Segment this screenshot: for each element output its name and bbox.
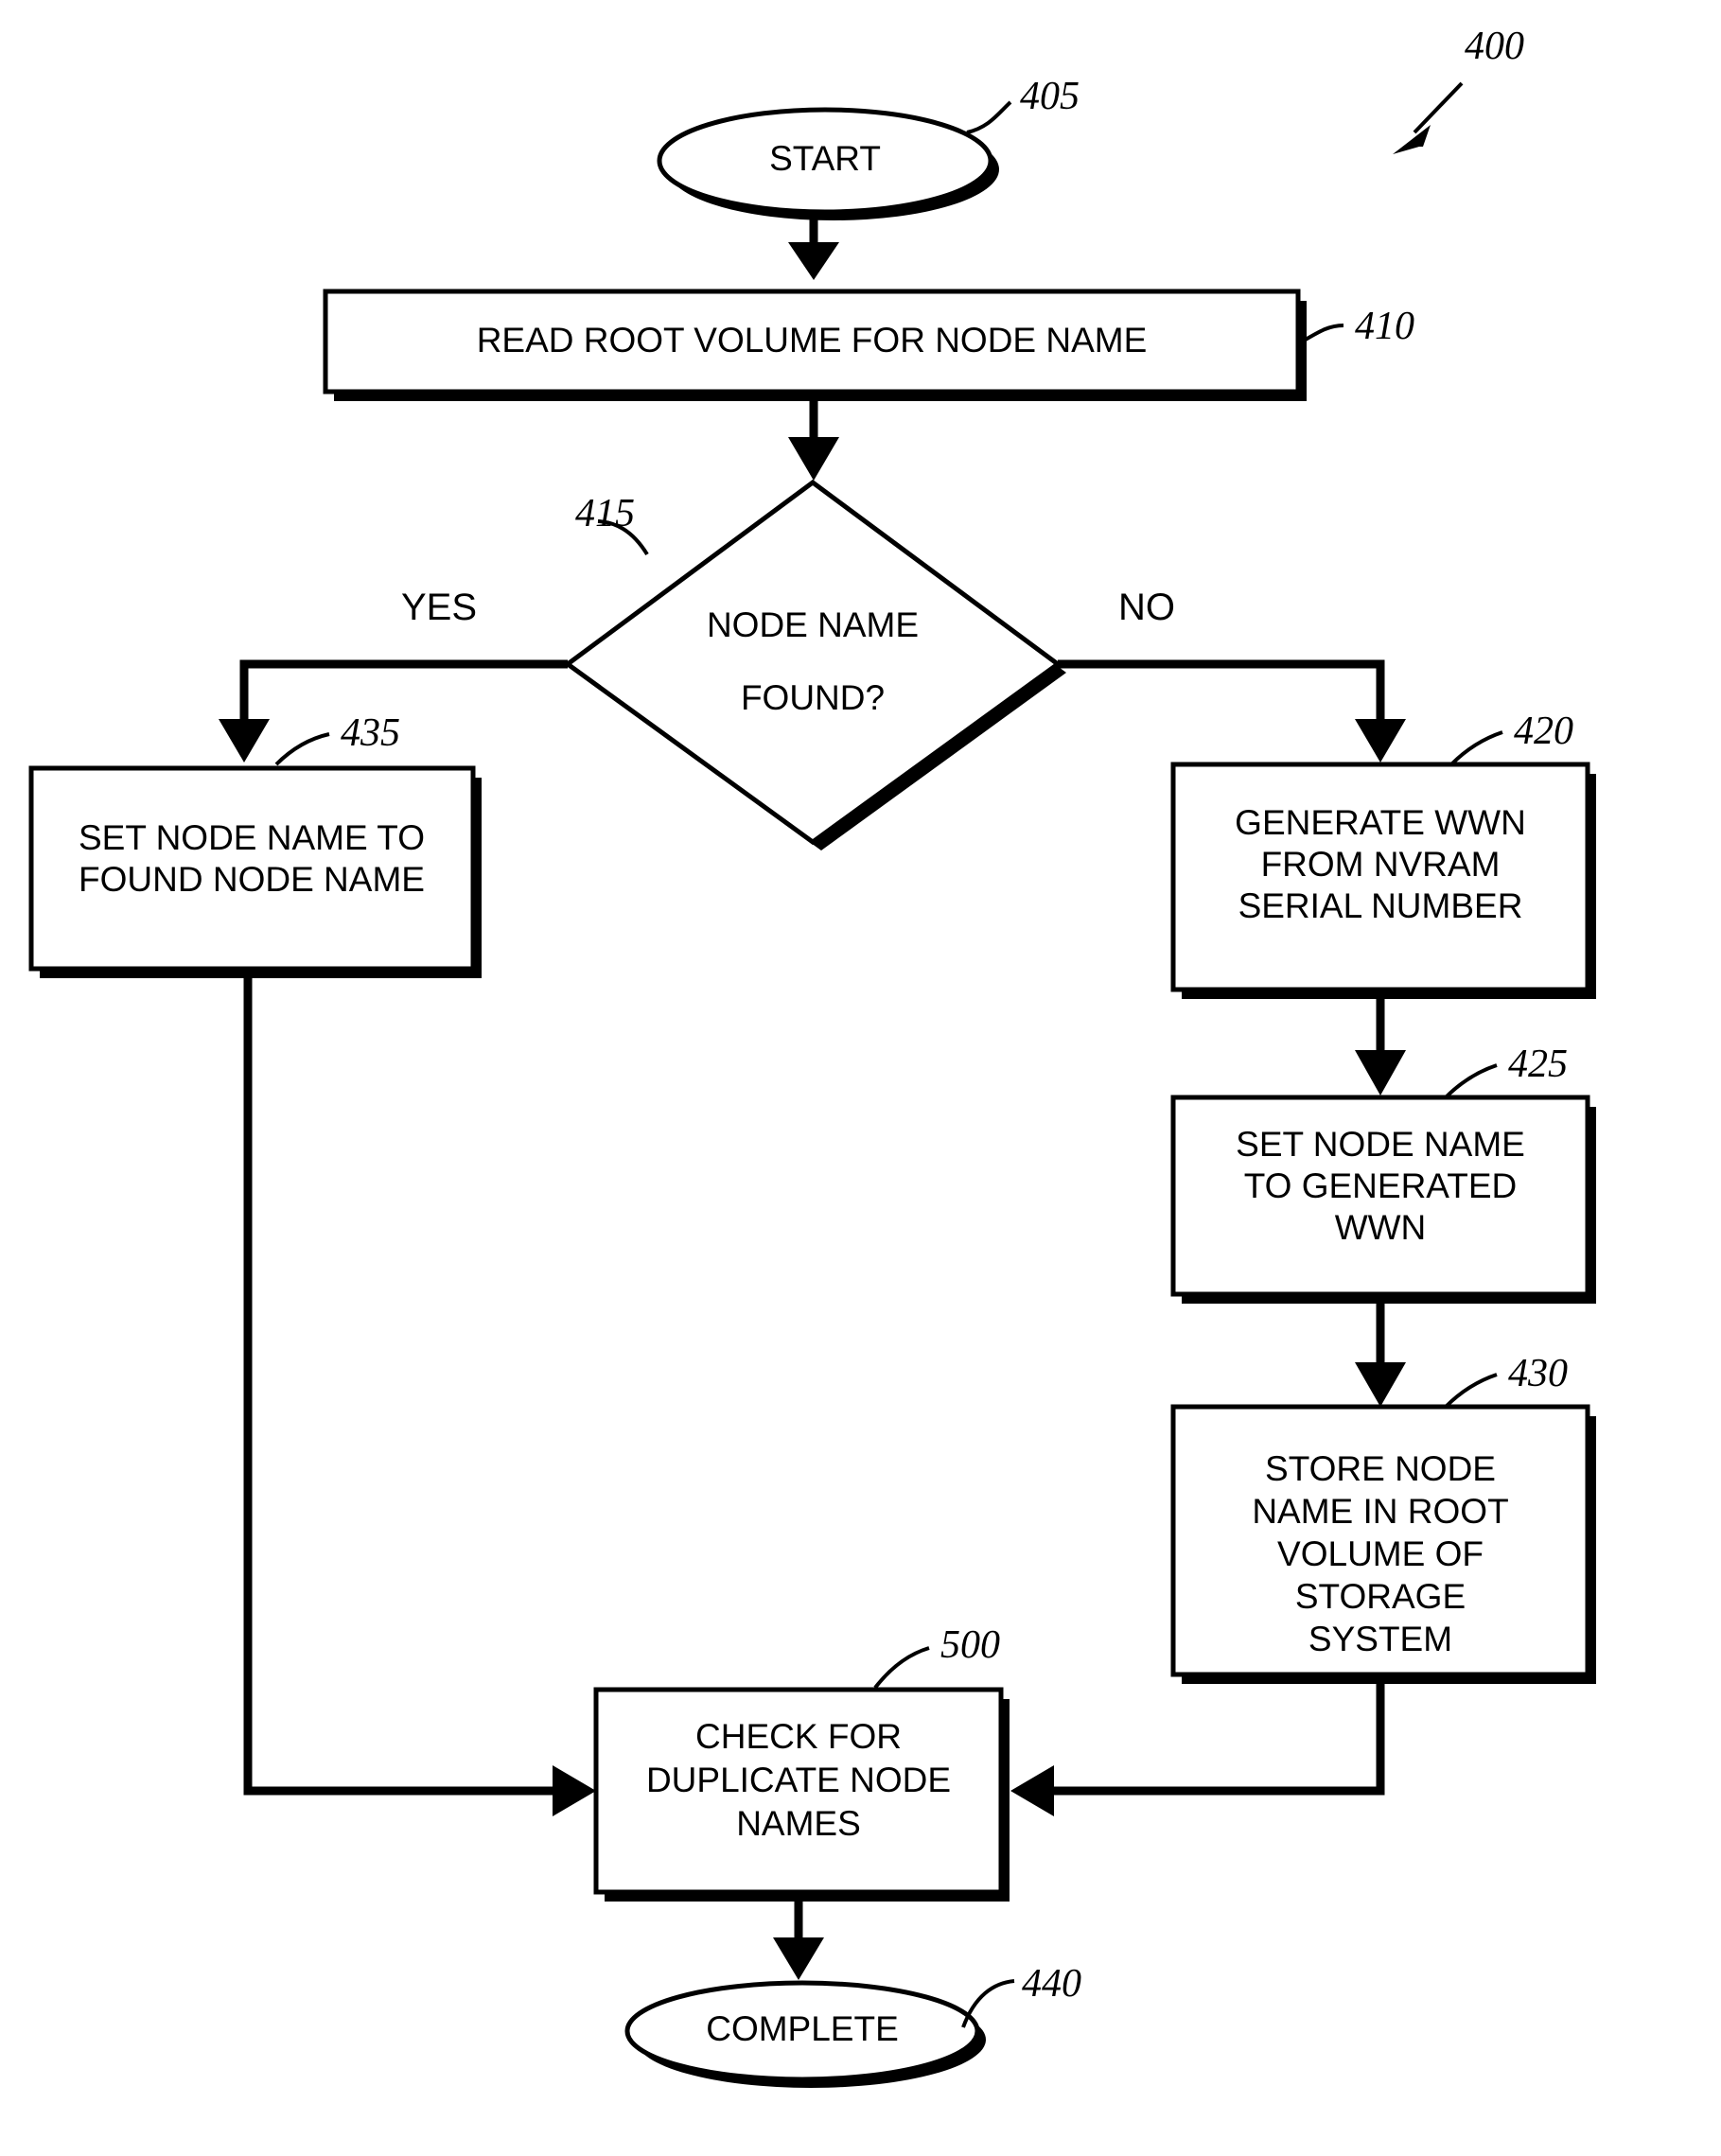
node-complete[interactable]: COMPLETE (624, 1980, 986, 2088)
connector-setwwn-to-store (1355, 1298, 1406, 1407)
connector-start-to-read (788, 216, 839, 280)
ref-415: 415 (575, 492, 649, 556)
node-store-node-name-line5: SYSTEM (1308, 1620, 1452, 1658)
ref-440-label: 440 (1022, 1962, 1081, 2006)
node-decision-node-name-found[interactable]: NODE NAME FOUND? (563, 479, 1066, 850)
figure-ref-400: 400 (1393, 25, 1524, 154)
ref-405-label: 405 (1020, 75, 1080, 118)
node-store-node-name[interactable]: STORE NODE NAME IN ROOT VOLUME OF STORAG… (1170, 1404, 1596, 1684)
node-check-duplicate-line3: NAMES (736, 1804, 861, 1843)
ref-430: 430 (1444, 1352, 1568, 1409)
branch-no: NO (1058, 587, 1406, 762)
node-store-node-name-line4: STORAGE (1295, 1577, 1466, 1616)
connector-store-to-check (1010, 1678, 1385, 1816)
node-check-duplicate-line2: DUPLICATE NODE (646, 1761, 951, 1799)
ref-420: 420 (1449, 710, 1573, 766)
node-set-node-name-wwn-line3: WWN (1335, 1208, 1427, 1247)
ref-420-label: 420 (1514, 710, 1573, 753)
figure-ref-label: 400 (1465, 25, 1524, 68)
ref-410: 410 (1302, 305, 1414, 348)
node-set-node-name-wwn-line2: TO GENERATED (1244, 1166, 1518, 1205)
ref-435-label: 435 (341, 711, 400, 755)
ref-500-label: 500 (940, 1623, 1000, 1667)
ref-430-label: 430 (1508, 1352, 1568, 1395)
node-store-node-name-line3: VOLUME OF (1277, 1534, 1484, 1573)
ref-425: 425 (1444, 1043, 1568, 1099)
node-read-root-volume[interactable]: READ ROOT VOLUME FOR NODE NAME (323, 289, 1307, 401)
node-check-duplicate[interactable]: CHECK FOR DUPLICATE NODE NAMES (593, 1687, 1010, 1902)
node-check-duplicate-line1: CHECK FOR (695, 1717, 902, 1756)
node-complete-label: COMPLETE (706, 2009, 899, 2048)
flowchart-figure: 400 START 405 READ ROOT VOLUME FOR NODE … (0, 0, 1721, 2156)
flowchart-canvas: 400 START 405 READ ROOT VOLUME FOR NODE … (28, 25, 1596, 2088)
node-decision-label-line2: FOUND? (741, 678, 885, 717)
ref-440: 440 (961, 1962, 1081, 2028)
ref-405: 405 (966, 75, 1080, 134)
node-set-node-name-found-line2: FOUND NODE NAME (79, 860, 425, 899)
node-set-node-name-wwn[interactable]: SET NODE NAME TO GENERATED WWN (1170, 1095, 1596, 1304)
ref-500: 500 (873, 1623, 1000, 1690)
node-read-root-volume-label: READ ROOT VOLUME FOR NODE NAME (477, 321, 1148, 359)
node-set-node-name-wwn-line1: SET NODE NAME (1236, 1125, 1525, 1164)
node-generate-wwn-line2: FROM NVRAM (1261, 845, 1501, 884)
node-store-node-name-line2: NAME IN ROOT (1252, 1492, 1508, 1531)
connector-read-to-decision (788, 395, 839, 481)
node-set-node-name-found-line1: SET NODE NAME TO (79, 818, 425, 857)
node-generate-wwn-line1: GENERATE WWN (1235, 803, 1526, 842)
node-generate-wwn[interactable]: GENERATE WWN FROM NVRAM SERIAL NUMBER (1170, 762, 1596, 999)
ref-435: 435 (274, 711, 400, 766)
node-decision-label-line1: NODE NAME (707, 605, 919, 644)
node-start-label: START (769, 139, 881, 178)
node-set-node-name-found[interactable]: SET NODE NAME TO FOUND NODE NAME (28, 765, 482, 978)
connector-check-to-complete (773, 1896, 824, 1980)
connector-genwwn-to-setwwn (1355, 993, 1406, 1096)
connector-setfound-to-check (243, 969, 596, 1816)
node-start[interactable]: START (657, 107, 999, 220)
branch-no-label: NO (1118, 587, 1175, 628)
node-store-node-name-line1: STORE NODE (1265, 1449, 1496, 1488)
node-generate-wwn-line3: SERIAL NUMBER (1238, 886, 1523, 925)
branch-yes-label: YES (401, 587, 477, 628)
ref-415-label: 415 (575, 492, 635, 535)
ref-410-label: 410 (1355, 305, 1414, 348)
ref-425-label: 425 (1508, 1043, 1568, 1086)
